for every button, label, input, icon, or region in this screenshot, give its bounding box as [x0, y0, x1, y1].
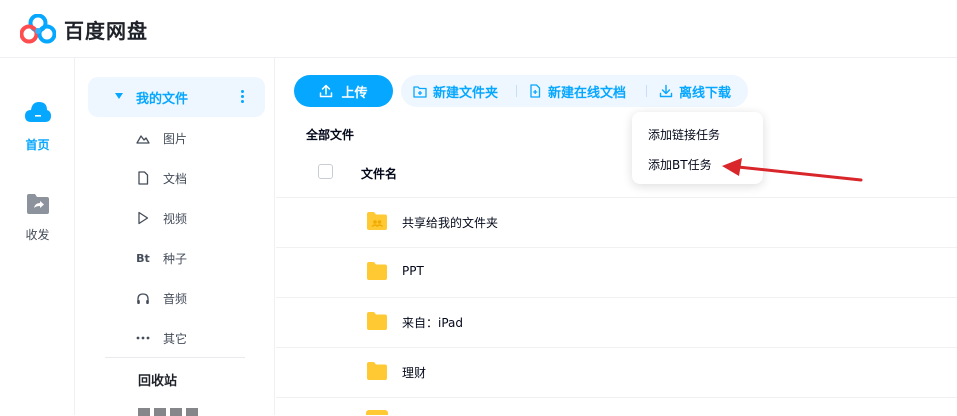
upload-icon — [320, 84, 333, 98]
cloud-icon — [24, 102, 51, 122]
toolbar-divider — [646, 85, 647, 97]
sidebar-divider — [105, 357, 245, 358]
document-icon — [135, 171, 151, 185]
sidebar-item-label: 其它 — [163, 331, 188, 346]
new-online-doc-button[interactable]: 新建在线文档 — [529, 75, 626, 107]
folder-icon — [367, 312, 387, 330]
top-bar: 百度网盘 — [0, 0, 957, 58]
offline-download-label: 离线下载 — [679, 85, 732, 101]
shared-folder-icon — [367, 212, 387, 230]
table-row[interactable]: 共享给我的文件夹 — [276, 197, 957, 247]
offline-download-button[interactable]: 离线下载 — [659, 75, 731, 107]
sidebar-item-recycle-bin[interactable]: 回收站 — [138, 370, 177, 389]
sidebar-item-audio[interactable]: 音频 — [135, 288, 187, 308]
sidebar-item-label: 视频 — [163, 211, 188, 226]
column-header-name[interactable]: 文件名 — [361, 165, 397, 182]
app-title: 百度网盘 — [64, 18, 148, 43]
sidebar: 我的文件 图片 文档 视频 Bt 种子 音频 其它 回收站 — [75, 58, 275, 416]
row-divider — [276, 397, 957, 398]
upload-button[interactable]: 上传 — [294, 75, 393, 107]
new-folder-button[interactable]: 新建文件夹 — [413, 75, 498, 107]
sidebar-item-others[interactable]: 其它 — [135, 328, 187, 348]
file-name[interactable]: 理财 — [402, 364, 426, 381]
play-icon — [135, 211, 151, 225]
breadcrumb[interactable]: 全部文件 — [306, 126, 354, 143]
rail-label-share: 收发 — [25, 228, 50, 242]
mountain-icon — [135, 132, 151, 144]
bt-icon: Bt — [136, 251, 150, 265]
sidebar-item-label: 我的文件 — [136, 92, 189, 107]
table-row[interactable]: 理财 — [276, 347, 957, 397]
sidebar-item-my-files[interactable]: 我的文件 — [88, 77, 265, 117]
rail-item-home[interactable]: 首页 — [0, 100, 75, 153]
folder-icon — [367, 362, 387, 380]
share-folder-icon — [26, 194, 49, 214]
add-link-task-menu-item[interactable]: 添加链接任务 — [648, 126, 720, 143]
baidu-netdisk-logo-icon — [20, 14, 56, 44]
file-name[interactable]: 来自：iPad — [402, 314, 463, 331]
new-document-icon — [530, 84, 541, 98]
toolbar-divider — [516, 85, 517, 97]
upload-label: 上传 — [341, 85, 368, 101]
select-all-checkbox[interactable] — [318, 164, 333, 179]
headphones-icon — [135, 292, 151, 305]
toolbar-group: 新建文件夹 新建在线文档 离线下载 — [401, 75, 748, 107]
new-online-doc-label: 新建在线文档 — [548, 85, 627, 101]
sidebar-item-torrents[interactable]: Bt 种子 — [135, 248, 187, 268]
file-name[interactable]: PPT — [402, 264, 424, 278]
new-folder-label: 新建文件夹 — [433, 85, 499, 101]
folder-icon — [367, 262, 387, 280]
table-row[interactable]: 来自：iPad — [276, 297, 957, 347]
offline-download-dropdown: 添加链接任务 添加BT任务 — [632, 112, 763, 184]
new-folder-icon — [413, 85, 427, 98]
rail-label-home: 首页 — [25, 138, 50, 152]
download-icon — [659, 84, 673, 98]
add-bt-task-menu-item[interactable]: 添加BT任务 — [648, 156, 712, 173]
sidebar-item-label: 音频 — [163, 291, 188, 306]
sidebar-item-label: 图片 — [163, 131, 188, 146]
sidebar-item-documents[interactable]: 文档 — [135, 168, 187, 188]
file-name[interactable]: 共享给我的文件夹 — [402, 214, 498, 231]
sidebar-item-videos[interactable]: 视频 — [135, 208, 187, 228]
app-logo[interactable]: 百度网盘 — [20, 14, 148, 44]
sidebar-item-images[interactable]: 图片 — [135, 128, 187, 148]
expand-triangle-icon — [115, 93, 123, 99]
table-row[interactable]: PPT — [276, 247, 957, 297]
sidebar-item-label: 文档 — [163, 171, 188, 186]
nav-rail: 首页 收发 — [0, 58, 75, 415]
more-vertical-icon[interactable] — [241, 90, 245, 105]
partial-folder-icon — [366, 410, 388, 415]
sidebar-item-label: 种子 — [163, 251, 188, 266]
more-dots-icon — [135, 336, 151, 340]
rail-item-share[interactable]: 收发 — [0, 192, 75, 243]
